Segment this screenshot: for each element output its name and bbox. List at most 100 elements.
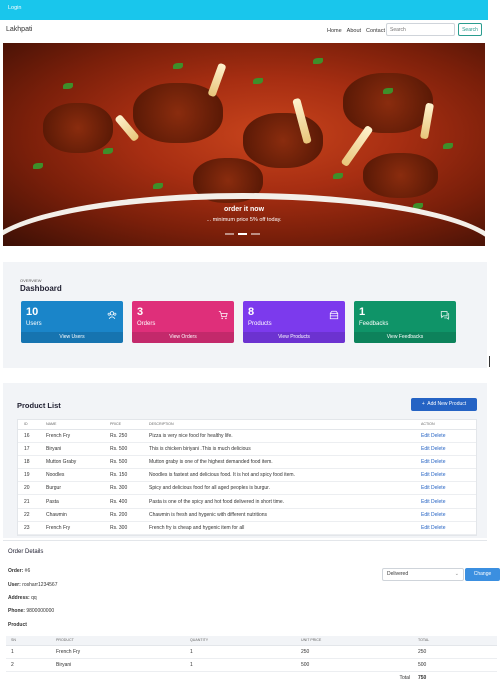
change-status-button[interactable]: Change: [465, 568, 500, 581]
user-value: rosharr1234567: [22, 582, 58, 588]
cell-description: Mutton graby is one of the highest deman…: [149, 455, 421, 470]
cell-id: 23: [18, 521, 46, 536]
order-phone: Phone: 9800000000: [8, 608, 54, 614]
edit-link[interactable]: Edit: [421, 472, 430, 478]
view-products-link[interactable]: View Products: [243, 332, 345, 343]
phone-value: 9800000000: [26, 608, 55, 614]
address-value: qq: [31, 595, 37, 601]
table-row: 21 Pasta Rs. 400 Pasta is one of the spi…: [18, 494, 476, 509]
edit-link[interactable]: Edit: [421, 446, 430, 452]
cell-action: Edit Delete: [421, 481, 476, 496]
cell-action: Edit Delete: [421, 494, 476, 509]
cell-id: 19: [18, 468, 46, 483]
cart-icon: [218, 311, 228, 320]
order-items-table: SN PRODUCT QUANTITY UNIT PRICE TOTAL 1 F…: [6, 636, 497, 684]
product-section-label: Product: [8, 622, 27, 628]
table-row: 22 Chawmin Rs. 200 Chawmin is fresh and …: [18, 508, 476, 522]
column-header-action: ACTION: [421, 420, 476, 430]
cell-unit-price: 500: [301, 658, 418, 672]
nav-link-contact[interactable]: Contact: [366, 28, 385, 34]
cell-action: Edit Delete: [421, 442, 476, 456]
users-count: 10: [26, 306, 39, 318]
delete-link[interactable]: Delete: [431, 433, 445, 439]
login-link[interactable]: Login: [8, 5, 21, 11]
order-status-value: Delivered: [387, 571, 409, 577]
overview-label: OVERVIEW: [20, 278, 42, 283]
brand-logo[interactable]: Lakhpati: [6, 26, 32, 33]
column-header-total: TOTAL: [418, 636, 497, 646]
column-header-description: DESCRIPTION: [149, 420, 421, 430]
total-row: Total 750: [6, 671, 497, 684]
cell-action: Edit Delete: [421, 429, 476, 443]
phone-label: Phone:: [8, 608, 25, 614]
table-header-row: ID NAME PRICE DESCRIPTION ACTION: [18, 420, 476, 430]
nav-link-about[interactable]: About: [347, 28, 361, 34]
cell-id: 20: [18, 481, 46, 496]
cell-unit-price: 250: [301, 645, 418, 659]
users-card: 10 Users View Users: [21, 301, 123, 343]
cell-description: Spicy and delicious food for all aged pe…: [149, 481, 421, 496]
feedbacks-label: Feedbacks: [359, 321, 389, 327]
delete-link[interactable]: Delete: [431, 446, 445, 452]
cell-description: Chawmin is fresh and hygenic with differ…: [149, 508, 421, 522]
add-new-product-button[interactable]: + Add New Product: [411, 398, 477, 411]
chat-icon: [440, 311, 450, 320]
cell-price: Rs. 150: [110, 468, 149, 483]
order-status-select[interactable]: Delivered ⌄: [382, 568, 464, 581]
table-row: 17 Biryani Rs. 500 This is chicken biriy…: [18, 442, 476, 456]
table-row: 2 Biryani 1 500 500: [6, 658, 497, 672]
cell-name: Pasta: [46, 494, 110, 509]
feedbacks-count: 1: [359, 306, 366, 318]
cell-name: Burgur: [46, 481, 110, 496]
navbar: Lakhpati Home About Contact Search: [0, 20, 488, 42]
order-address: Address: qq: [8, 595, 37, 601]
edit-link[interactable]: Edit: [421, 525, 430, 531]
box-icon: [329, 310, 339, 320]
carousel-indicator-active[interactable]: [238, 233, 247, 235]
delete-link[interactable]: Delete: [431, 525, 445, 531]
view-users-link[interactable]: View Users: [21, 332, 123, 343]
delete-link[interactable]: Delete: [431, 472, 445, 478]
cell-price: Rs. 500: [110, 442, 149, 456]
products-count: 8: [248, 306, 255, 318]
nav-link-home[interactable]: Home: [327, 28, 342, 34]
column-header-id: ID: [18, 420, 46, 430]
cell-action: Edit Delete: [421, 508, 476, 522]
edit-link[interactable]: Edit: [421, 499, 430, 505]
cell-total: 250: [418, 645, 497, 659]
cell-quantity: 1: [190, 658, 301, 672]
user-label: User:: [8, 582, 21, 588]
cell-sn: 1: [6, 645, 56, 659]
search-button[interactable]: Search: [458, 23, 482, 36]
view-orders-link[interactable]: View Orders: [132, 332, 234, 343]
table-header-row: SN PRODUCT QUANTITY UNIT PRICE TOTAL: [6, 636, 497, 646]
table-row: 23 French Fry Rs. 300 French fry is chea…: [18, 521, 476, 536]
users-icon: [107, 311, 117, 319]
order-details-title: Order Details: [8, 549, 44, 555]
search-input[interactable]: [386, 23, 455, 36]
delete-link[interactable]: Delete: [431, 485, 445, 491]
delete-link[interactable]: Delete: [431, 459, 445, 465]
edit-link[interactable]: Edit: [421, 433, 430, 439]
products-card: 8 Products View Products: [243, 301, 345, 343]
table-row: 1 French Fry 1 250 250: [6, 645, 497, 659]
cell-id: 17: [18, 442, 46, 456]
carousel-indicator[interactable]: [225, 233, 234, 235]
table-row: 16 French Fry Rs. 250 Pizza is very nice…: [18, 429, 476, 443]
view-feedbacks-link[interactable]: View Feedbacks: [354, 332, 456, 343]
cell-action: Edit Delete: [421, 455, 476, 470]
users-label: Users: [26, 321, 42, 327]
cell-name: Noodles: [46, 468, 110, 483]
cell-price: Rs. 250: [110, 429, 149, 443]
cell-description: This is chicken biriyani .This is much d…: [149, 442, 421, 456]
delete-link[interactable]: Delete: [431, 512, 445, 518]
edit-link[interactable]: Edit: [421, 485, 430, 491]
edit-link[interactable]: Edit: [421, 459, 430, 465]
delete-link[interactable]: Delete: [431, 499, 445, 505]
cell-id: 18: [18, 455, 46, 470]
order-value: #6: [24, 568, 31, 574]
cell-product: French Fry: [56, 645, 190, 659]
carousel-indicator[interactable]: [251, 233, 260, 235]
edit-link[interactable]: Edit: [421, 512, 430, 518]
column-header-product: PRODUCT: [56, 636, 190, 646]
